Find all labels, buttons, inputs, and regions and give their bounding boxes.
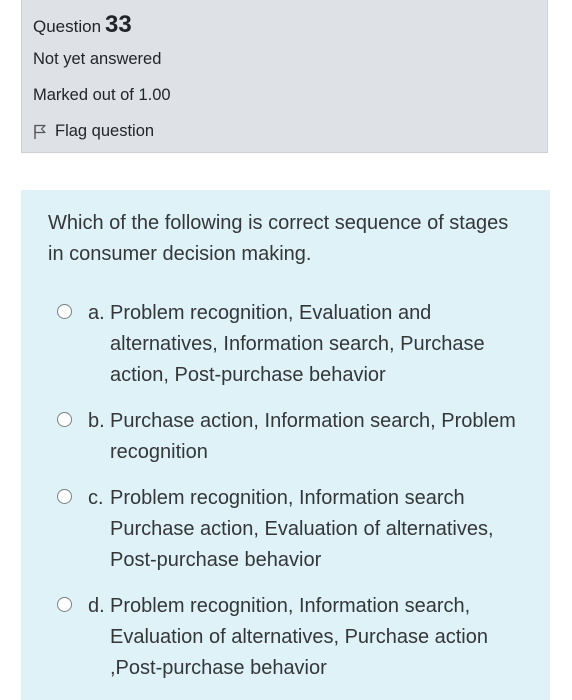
- flag-icon: [33, 124, 47, 140]
- question-content: Which of the following is correct sequen…: [21, 190, 550, 700]
- answer-text: Problem recognition, Evaluation and alte…: [110, 302, 485, 386]
- radio-button[interactable]: [57, 304, 72, 319]
- question-text: Which of the following is correct sequen…: [48, 212, 509, 265]
- radio-button[interactable]: [57, 412, 72, 427]
- question-title: Question 33: [33, 11, 132, 39]
- radio-button[interactable]: [57, 597, 72, 612]
- quiz-page: Question 33 Not yet answered Marked out o…: [0, 0, 572, 700]
- question-label: Question: [33, 17, 102, 36]
- answer-text: Problem recognition, Information search …: [110, 487, 494, 571]
- question-grade: Marked out of 1.00: [33, 86, 171, 104]
- question-info-panel: Question 33 Not yet answered Marked out o…: [21, 0, 548, 153]
- answer-letter: a.: [88, 302, 105, 324]
- answer-letter: d.: [88, 595, 105, 617]
- answer-letter: c.: [88, 487, 104, 509]
- flag-question-label: Flag question: [55, 122, 155, 140]
- answer-text: Problem recognition, Information search,…: [110, 595, 488, 679]
- radio-button[interactable]: [57, 489, 72, 504]
- answer-text: Purchase action, Information search, Pro…: [110, 410, 516, 463]
- flag-question-link[interactable]: Flag question: [33, 122, 154, 141]
- question-number: 33: [105, 11, 132, 38]
- question-state: Not yet answered: [33, 50, 162, 68]
- answer-letter: b.: [88, 410, 105, 432]
